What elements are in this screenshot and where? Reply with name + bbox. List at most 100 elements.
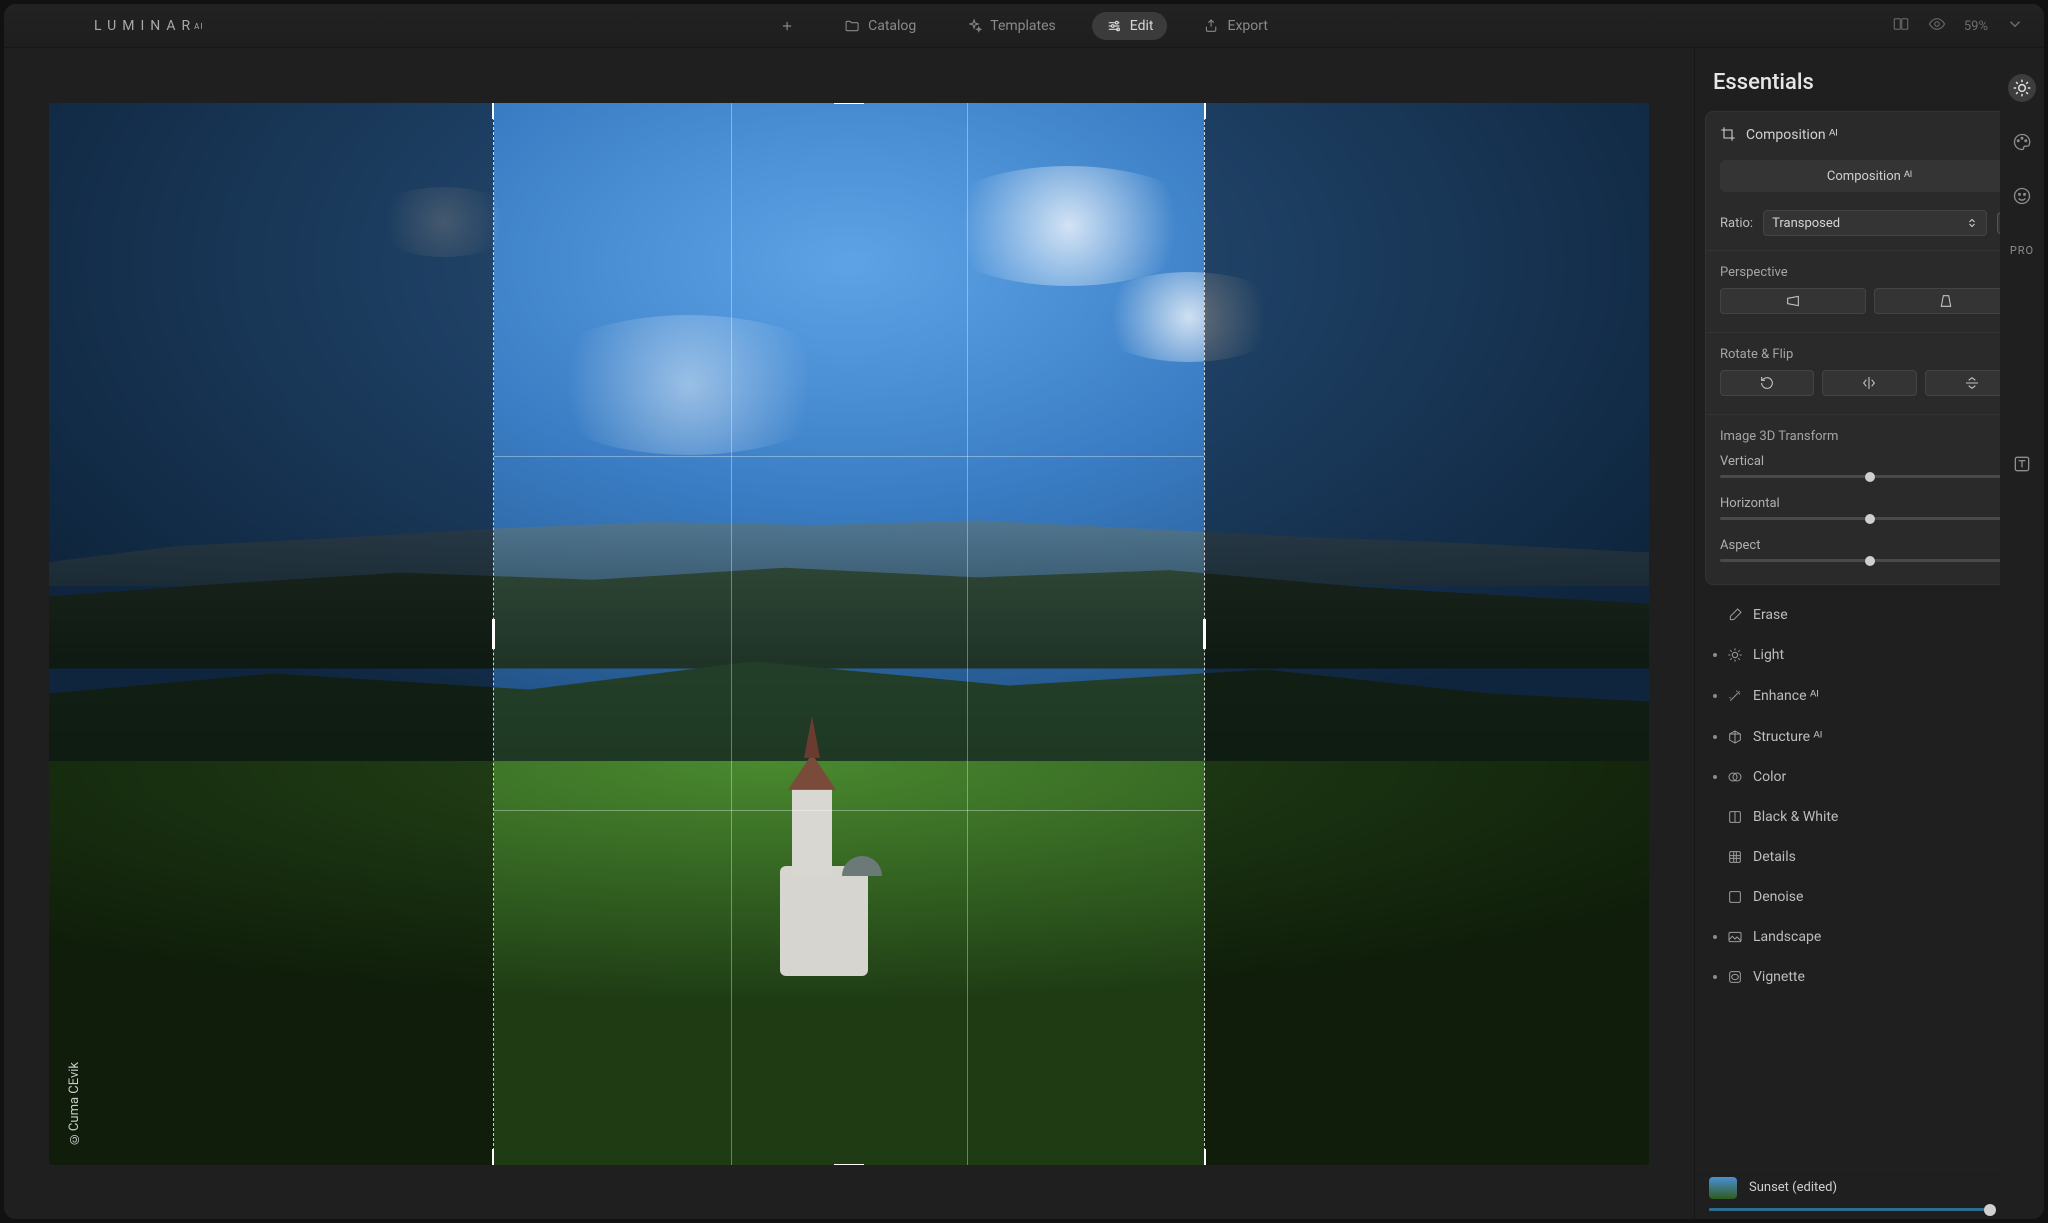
transform-label: Image 3D Transform: [1706, 421, 2033, 448]
app-logo-text: LUMINAR: [94, 18, 196, 34]
flip-h-icon: [1861, 375, 1877, 391]
sparkle-icon: [966, 18, 982, 34]
tool-erase[interactable]: Erase: [1695, 595, 2044, 635]
tool-light[interactable]: Light: [1695, 635, 2044, 675]
tool-color[interactable]: Color: [1695, 757, 2044, 797]
bw-icon: [1727, 809, 1743, 825]
preset-thumbnail[interactable]: [1709, 1177, 1737, 1199]
tool-denoise-label: Denoise: [1753, 889, 1803, 905]
face-icon: [2012, 186, 2032, 206]
ratio-value: Transposed: [1772, 216, 1840, 231]
crop-handle-b[interactable]: [834, 1164, 864, 1165]
compare-icon[interactable]: [1892, 15, 1910, 37]
crop-handle-tl[interactable]: [492, 103, 510, 119]
vignette-icon: [1727, 969, 1743, 985]
tool-details-label: Details: [1753, 849, 1796, 865]
slider-horizontal: Horizontal 0: [1706, 490, 2033, 532]
slider-vertical: Vertical 0: [1706, 448, 2033, 490]
slider-vertical-track[interactable]: [1720, 475, 2019, 478]
composition-header[interactable]: Composition ᴬᴵ: [1706, 112, 2033, 156]
crop-rect[interactable]: [494, 103, 1204, 1165]
slider-aspect: Aspect 0: [1706, 532, 2033, 584]
add-button[interactable]: [766, 13, 808, 39]
updown-icon: [1966, 217, 1978, 229]
rail-text[interactable]: [2008, 450, 2036, 478]
preset-amount-thumb[interactable]: [1984, 1204, 1996, 1216]
nav-export-label: Export: [1227, 18, 1267, 34]
slider-horizontal-track[interactable]: [1720, 517, 2019, 520]
denoise-icon: [1727, 889, 1743, 905]
tool-structure[interactable]: Structure ᴬᴵ: [1695, 716, 2044, 757]
preset-amount-slider[interactable]: [1709, 1208, 1990, 1211]
crop-handle-t[interactable]: [834, 103, 864, 104]
ratio-label: Ratio:: [1720, 216, 1753, 231]
landscape-icon: [1727, 929, 1743, 945]
crop-handle-l[interactable]: [492, 619, 495, 649]
tool-denoise[interactable]: Denoise: [1695, 877, 2044, 917]
flip-horizontal-button[interactable]: [1822, 370, 1916, 396]
tool-color-label: Color: [1753, 769, 1786, 785]
tool-landscape[interactable]: Landscape: [1695, 917, 2044, 957]
rail-pro[interactable]: PRO: [2008, 236, 2036, 264]
rail-portrait[interactable]: [2008, 182, 2036, 210]
slider-thumb[interactable]: [1865, 556, 1875, 566]
panel-title: Essentials: [1695, 48, 2044, 109]
preset-name[interactable]: Sunset (edited): [1749, 1180, 1837, 1195]
app-window: LUMINAR AI Catalog Templates Edit Export: [4, 4, 2044, 1219]
color-icon: [1727, 769, 1743, 785]
nav-templates-label: Templates: [990, 18, 1056, 34]
nav-catalog[interactable]: Catalog: [830, 12, 930, 40]
chevron-down-icon[interactable]: [2006, 15, 2024, 37]
titlebar-right: 59%: [1892, 4, 2024, 48]
rail-pro-label: PRO: [2010, 244, 2034, 257]
titlebar: LUMINAR AI Catalog Templates Edit Export: [4, 4, 2044, 48]
crop-handle-r[interactable]: [1203, 619, 1206, 649]
crop-handle-bl[interactable]: [492, 1149, 510, 1165]
canvas[interactable]: ©Cuma CEvik: [4, 48, 1694, 1219]
slider-thumb[interactable]: [1865, 472, 1875, 482]
rotate-flip-label: Rotate & Flip: [1706, 339, 2033, 366]
tool-bw-label: Black & White: [1753, 809, 1838, 825]
side-panel: Essentials Composition ᴬᴵ Composition ᴬᴵ…: [1694, 48, 2044, 1219]
ratio-row: Ratio: Transposed: [1706, 202, 2033, 244]
main-nav: Catalog Templates Edit Export: [766, 12, 1282, 40]
tool-vignette-label: Vignette: [1753, 969, 1805, 985]
crop-icon: [1720, 126, 1736, 142]
perspective-buttons: [1706, 284, 2033, 326]
tool-structure-label: Structure ᴬᴵ: [1753, 728, 1822, 745]
perspective-vertical-button[interactable]: [1874, 288, 2020, 314]
right-rail: PRO: [2000, 48, 2044, 1219]
tool-landscape-label: Landscape: [1753, 929, 1821, 945]
crop-handle-br[interactable]: [1188, 1149, 1206, 1165]
folder-icon: [844, 18, 860, 34]
composition-card: Composition ᴬᴵ Composition ᴬᴵ Ratio: Tra…: [1705, 111, 2034, 585]
tool-enhance[interactable]: Enhance ᴬᴵ: [1695, 675, 2044, 716]
nav-templates[interactable]: Templates: [952, 12, 1070, 40]
nav-edit-label: Edit: [1130, 18, 1154, 34]
slider-aspect-track[interactable]: [1720, 559, 2019, 562]
composition-ai-button[interactable]: Composition ᴬᴵ: [1720, 160, 2019, 192]
nav-export[interactable]: Export: [1189, 12, 1281, 40]
photo-preview[interactable]: ©Cuma CEvik: [49, 103, 1649, 1165]
app-logo: LUMINAR AI: [94, 4, 204, 48]
tool-vignette[interactable]: Vignette: [1695, 957, 2044, 997]
nav-edit[interactable]: Edit: [1092, 12, 1168, 40]
rail-essentials[interactable]: [2008, 74, 2036, 102]
perspective-horizontal-button[interactable]: [1720, 288, 1866, 314]
export-icon: [1203, 18, 1219, 34]
app-logo-suffix: AI: [194, 22, 203, 31]
slider-aspect-label: Aspect: [1720, 538, 1760, 553]
ratio-select[interactable]: Transposed: [1763, 210, 1987, 236]
tool-enhance-label: Enhance ᴬᴵ: [1753, 687, 1819, 704]
preset-bar: Sunset (edited) •••: [1695, 1169, 2044, 1219]
rail-creative[interactable]: [2008, 128, 2036, 156]
tool-bw[interactable]: Black & White: [1695, 797, 2044, 837]
tool-details[interactable]: Details: [1695, 837, 2044, 877]
crop-handle-tr[interactable]: [1188, 103, 1206, 119]
palette-icon: [2012, 132, 2032, 152]
slider-thumb[interactable]: [1865, 514, 1875, 524]
photo-credit: ©Cuma CEvik: [67, 1062, 82, 1146]
rotate-button[interactable]: [1720, 370, 1814, 396]
zoom-level[interactable]: 59%: [1964, 19, 1988, 34]
preview-icon[interactable]: [1928, 15, 1946, 37]
